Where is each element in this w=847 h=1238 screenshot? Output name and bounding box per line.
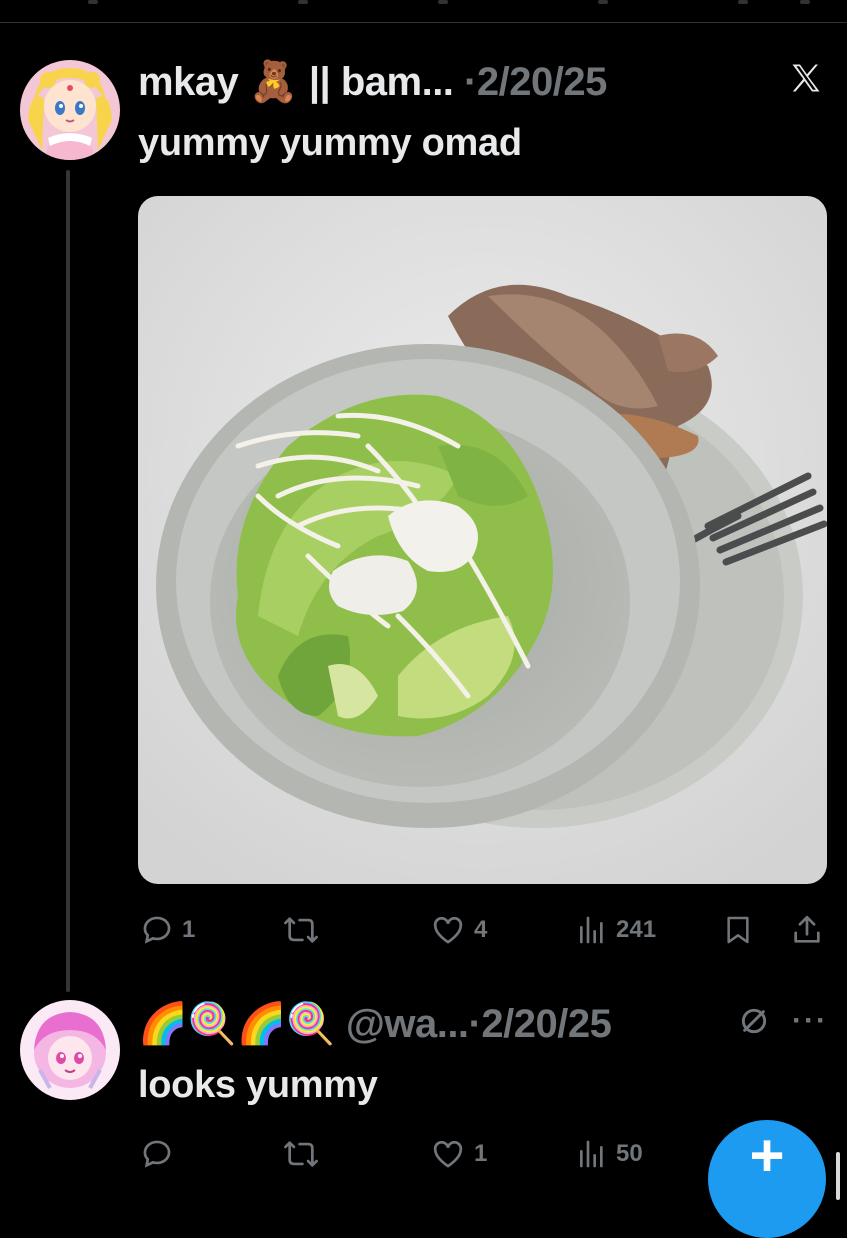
retweet-button[interactable]	[282, 1137, 328, 1171]
heart-icon	[430, 1137, 466, 1171]
post-text: yummy yummy omad	[138, 122, 522, 164]
post-date[interactable]: 2/20/25	[477, 60, 607, 104]
reply-button[interactable]: 1	[140, 913, 195, 947]
divider	[0, 22, 847, 23]
heart-icon	[430, 913, 466, 947]
bookmark-icon	[722, 913, 754, 947]
reply-date[interactable]: 2/20/25	[481, 1002, 611, 1046]
header-separator: ·	[468, 1002, 482, 1046]
reply-icon	[140, 913, 174, 947]
avatar[interactable]	[20, 60, 120, 160]
like-count: 4	[474, 916, 488, 943]
like-button[interactable]: 1	[430, 1137, 487, 1171]
x-logo-icon	[788, 60, 824, 101]
reply-button[interactable]	[140, 1137, 182, 1171]
reply-author-name[interactable]: 🌈🍭🌈🍭	[138, 1002, 336, 1046]
views-count: 50	[616, 1140, 643, 1167]
post-photo[interactable]	[138, 196, 827, 884]
more-options-icon[interactable]: ···	[792, 1004, 828, 1038]
reply-header: 🌈🍭🌈🍭 @wa...·2/20/25	[138, 1000, 612, 1047]
reply-text: looks yummy	[138, 1064, 378, 1106]
share-button[interactable]	[790, 913, 824, 947]
views-button[interactable]: 241	[576, 913, 656, 947]
like-button[interactable]: 4	[430, 913, 487, 947]
like-count: 1	[474, 1140, 488, 1167]
reply-icon	[140, 1137, 174, 1171]
share-icon	[790, 913, 824, 947]
thread-line	[66, 170, 70, 992]
scrollbar[interactable]	[836, 1152, 840, 1200]
views-icon	[576, 913, 608, 947]
compose-button[interactable]: +	[708, 1120, 826, 1238]
muted-conversation-icon[interactable]	[738, 1005, 770, 1042]
previous-item-remnant	[0, 0, 847, 14]
reply-handle[interactable]: @wa...	[346, 1002, 469, 1046]
author-name[interactable]: mkay 🧸 || bam...	[138, 60, 454, 104]
bookmark-button[interactable]	[722, 913, 754, 947]
views-icon	[576, 1137, 608, 1171]
retweet-icon	[282, 913, 320, 947]
plus-icon: +	[749, 1122, 785, 1189]
header-separator: ·	[464, 60, 477, 104]
retweet-button[interactable]	[282, 913, 328, 947]
reply-avatar[interactable]	[20, 1000, 120, 1100]
reply-count: 1	[182, 916, 196, 943]
views-button[interactable]: 50	[576, 1137, 643, 1171]
retweet-icon	[282, 1137, 320, 1171]
views-count: 241	[616, 916, 657, 943]
post-header: mkay 🧸 || bam... ·2/20/25	[138, 58, 607, 105]
